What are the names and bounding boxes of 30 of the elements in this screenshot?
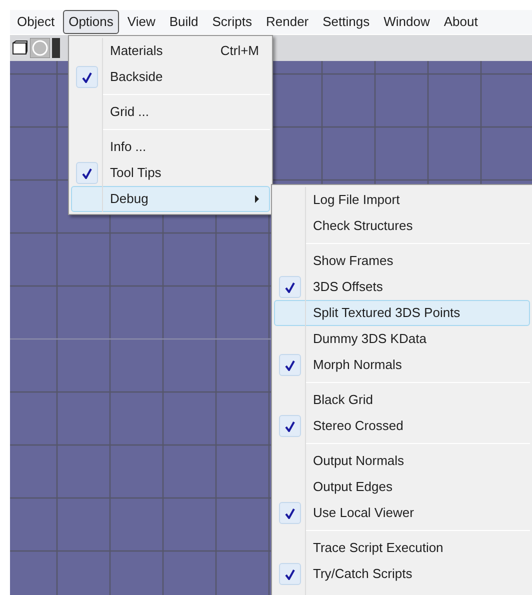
menu-item[interactable]: Split Textured 3DS Points bbox=[274, 300, 530, 326]
menu-bar-item[interactable]: Render bbox=[260, 10, 315, 34]
menu-item[interactable]: 3DS Offsets bbox=[274, 274, 530, 300]
menu-item[interactable]: Use Local Viewer bbox=[274, 500, 530, 526]
menu-item[interactable]: Black Grid bbox=[274, 387, 530, 413]
menu-item[interactable]: Check Structures bbox=[274, 213, 530, 239]
menu-item[interactable]: Dummy 3DS KData bbox=[274, 326, 530, 352]
menu-item[interactable]: Output Edges bbox=[274, 474, 530, 500]
box-icon[interactable] bbox=[12, 40, 28, 56]
menu-bar-item[interactable]: Window bbox=[378, 10, 436, 34]
menu-item[interactable]: Backside bbox=[71, 64, 270, 90]
menu-bar-item[interactable]: Build bbox=[163, 10, 204, 34]
menu-item[interactable]: Stereo Crossed bbox=[274, 413, 530, 439]
menu-item[interactable]: Try/Catch Scripts bbox=[274, 561, 530, 587]
menu-bar-item[interactable]: Object bbox=[11, 10, 61, 34]
menu-item[interactable]: Morph Normals bbox=[274, 352, 530, 378]
menu-item[interactable]: Info ... bbox=[71, 134, 270, 160]
menu-item[interactable]: Tool Tips bbox=[71, 160, 270, 186]
menu-bar-item[interactable]: About bbox=[438, 10, 484, 34]
menu-item[interactable]: Grid ... bbox=[71, 99, 270, 125]
menu-item[interactable]: Output Normals bbox=[274, 448, 530, 474]
menu-bar-item[interactable]: Options bbox=[62, 10, 120, 34]
menu-item[interactable]: Trace Script Execution bbox=[274, 535, 530, 561]
menu-item[interactable]: Materials Ctrl+M bbox=[71, 38, 270, 64]
menu-bar-item[interactable]: Scripts bbox=[206, 10, 258, 34]
menu-bar-item[interactable]: Settings bbox=[316, 10, 376, 34]
menu-item[interactable]: Show Frames bbox=[274, 248, 530, 274]
menu-bar-item[interactable]: View bbox=[121, 10, 162, 34]
menu-item[interactable]: Log File Import bbox=[274, 187, 530, 213]
menu-item[interactable]: Debug bbox=[71, 186, 270, 212]
